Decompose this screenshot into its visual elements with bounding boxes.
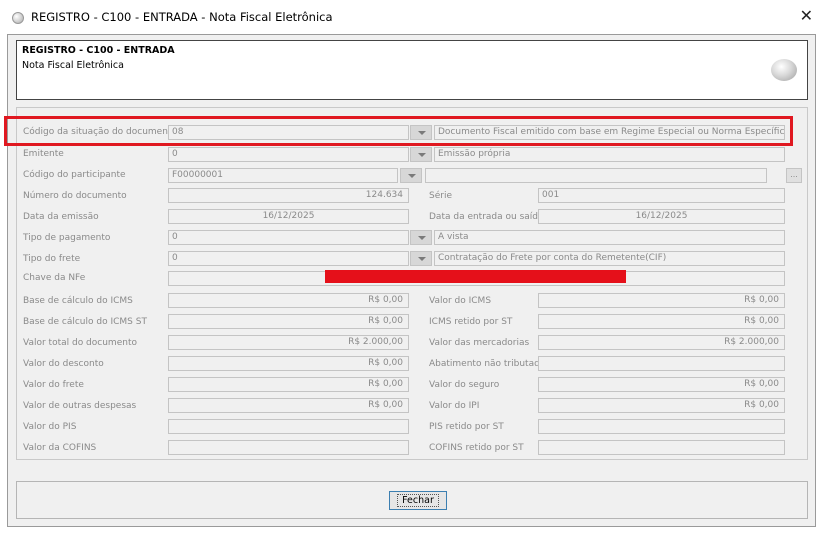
frete-description-field: Contratação do Frete por conta do Remete…: [434, 251, 785, 266]
emitente-description-field: Emissão própria: [434, 147, 785, 162]
valor-cofins-field[interactable]: [168, 440, 409, 455]
participante-code-field[interactable]: F00000001: [168, 168, 398, 183]
frete-code-field[interactable]: 0: [168, 251, 409, 266]
valor-icms-label: Valor do ICMS: [429, 296, 492, 306]
outras-despesas-field[interactable]: R$ 0,00: [168, 398, 409, 413]
pagamento-label: Tipo de pagamento: [23, 233, 111, 243]
pagamento-dropdown-button[interactable]: [410, 230, 432, 245]
participante-description-field: [425, 168, 767, 183]
situacao-highlight-box: [4, 116, 793, 146]
pagamento-code-field[interactable]: 0: [168, 230, 409, 245]
valor-desconto-field[interactable]: R$ 0,00: [168, 356, 409, 371]
data-emissao-label: Data da emissão: [23, 212, 99, 222]
emitente-label: Emitente: [23, 149, 64, 159]
valor-ipi-label: Valor do IPI: [429, 401, 480, 411]
pagamento-description-field: A vista: [434, 230, 785, 245]
valor-frete-label: Valor do frete: [23, 380, 84, 390]
numero-field[interactable]: 124.634: [168, 188, 409, 203]
data-entrada-field[interactable]: 16/12/2025: [538, 209, 785, 224]
window-titlebar: REGISTRO - C100 - ENTRADA - Nota Fiscal …: [0, 0, 823, 34]
header-subtitle: Nota Fiscal Eletrônica: [22, 60, 124, 71]
valor-frete-field[interactable]: R$ 0,00: [168, 377, 409, 392]
valor-mercadorias-field[interactable]: R$ 2.000,00: [538, 335, 785, 350]
emitente-code-field[interactable]: 0: [168, 147, 409, 162]
valor-icms-field[interactable]: R$ 0,00: [538, 293, 785, 308]
participante-label: Código do participante: [23, 170, 126, 180]
fechar-button[interactable]: Fechar: [389, 491, 447, 510]
participante-dropdown-button[interactable]: [400, 168, 422, 183]
valor-total-label: Valor total do documento: [23, 338, 137, 348]
valor-cofins-label: Valor da COFINS: [23, 443, 97, 453]
app-icon: [12, 12, 24, 24]
outras-despesas-label: Valor de outras despesas: [23, 401, 137, 411]
close-window-button[interactable]: ✕: [800, 6, 813, 25]
fechar-button-label: Fechar: [397, 494, 439, 507]
valor-seguro-label: Valor do seguro: [429, 380, 500, 390]
redaction-bar: [325, 270, 626, 283]
icms-retido-st-field[interactable]: R$ 0,00: [538, 314, 785, 329]
footer-panel: Fechar: [16, 481, 808, 519]
numero-label: Número do documento: [23, 191, 127, 201]
bc-icms-field[interactable]: R$ 0,00: [168, 293, 409, 308]
frete-label: Tipo do frete: [23, 254, 81, 264]
valor-seguro-field[interactable]: R$ 0,00: [538, 377, 785, 392]
cofins-retido-label: COFINS retido por ST: [429, 443, 524, 453]
participante-lookup-button[interactable]: ...: [786, 168, 802, 183]
gray-sphere-icon: [771, 59, 797, 81]
emitente-dropdown-button[interactable]: [410, 147, 432, 162]
bc-icms-st-label: Base de cálculo do ICMS ST: [23, 317, 147, 327]
serie-field[interactable]: 001: [538, 188, 785, 203]
data-entrada-label: Data da entrada ou saída: [429, 212, 544, 222]
bc-icms-label: Base de cálculo do ICMS: [23, 296, 133, 306]
abatimento-field[interactable]: [538, 356, 785, 371]
valor-pis-label: Valor do PIS: [23, 422, 77, 432]
valor-pis-field[interactable]: [168, 419, 409, 434]
serie-label: Série: [429, 191, 452, 201]
chave-nfe-label: Chave da NFe: [23, 273, 86, 283]
cofins-retido-field[interactable]: [538, 440, 785, 455]
bc-icms-st-field[interactable]: R$ 0,00: [168, 314, 409, 329]
window-title: REGISTRO - C100 - ENTRADA - Nota Fiscal …: [31, 10, 333, 24]
pis-retido-field[interactable]: [538, 419, 785, 434]
abatimento-label: Abatimento não tributado: [429, 359, 546, 369]
header-panel: REGISTRO - C100 - ENTRADA Nota Fiscal El…: [16, 40, 808, 100]
icms-retido-st-label: ICMS retido por ST: [429, 317, 513, 327]
data-emissao-field[interactable]: 16/12/2025: [168, 209, 409, 224]
valor-total-field[interactable]: R$ 2.000,00: [168, 335, 409, 350]
frete-dropdown-button[interactable]: [410, 251, 432, 266]
valor-desconto-label: Valor do desconto: [23, 359, 104, 369]
valor-mercadorias-label: Valor das mercadorias: [429, 338, 530, 348]
pis-retido-label: PIS retido por ST: [429, 422, 504, 432]
header-title: REGISTRO - C100 - ENTRADA: [22, 45, 175, 56]
valor-ipi-field[interactable]: R$ 0,00: [538, 398, 785, 413]
